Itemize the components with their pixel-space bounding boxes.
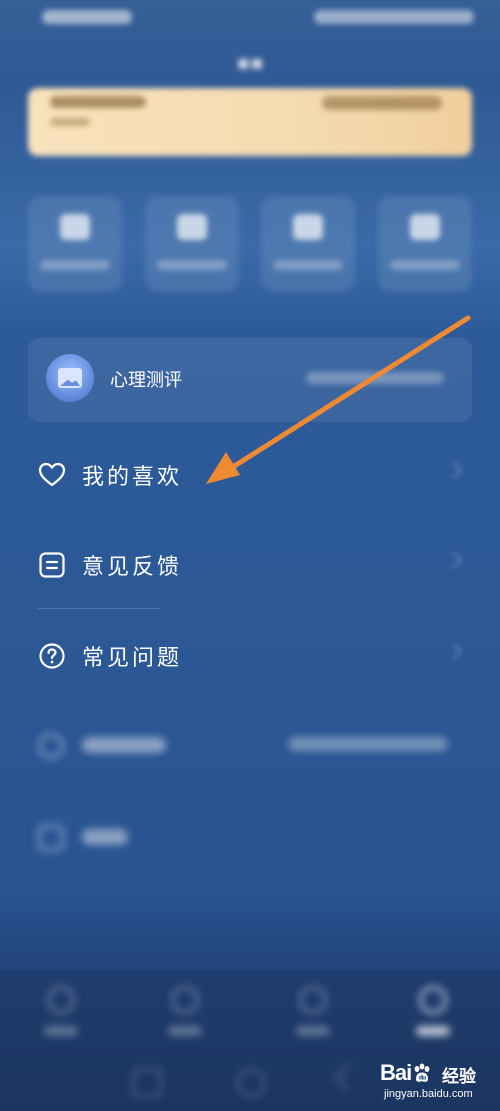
divider	[38, 608, 160, 609]
watermark-url: jingyan.baidu.com	[384, 1088, 473, 1100]
tab-label-blurred	[416, 1026, 450, 1036]
paw-icon: du	[414, 1063, 430, 1082]
chevron-right-icon	[445, 642, 463, 660]
baidu-logo: Bai du	[380, 1060, 433, 1086]
psych-test-label: 心理测评	[110, 370, 182, 391]
status-bar-left-blurred	[42, 10, 132, 24]
tab-icon	[419, 986, 447, 1014]
nav-recent-button[interactable]	[132, 1068, 162, 1098]
blurred-icon	[38, 825, 64, 851]
baidu-logo-text: Bai	[380, 1060, 412, 1085]
menu-item-favorites-label: 我的喜欢	[82, 465, 183, 490]
psych-test-subtext-blurred	[306, 372, 444, 384]
chevron-right-icon	[445, 461, 463, 479]
shortcut-grid	[28, 196, 472, 292]
shortcut-label-blurred	[389, 260, 460, 270]
shortcut-label-blurred	[273, 260, 344, 270]
tab-icon	[47, 986, 75, 1014]
jingyan-brand: 经验	[442, 1067, 476, 1087]
shortcut-2[interactable]	[144, 196, 239, 292]
shortcut-label-blurred	[156, 260, 227, 270]
question-icon	[39, 643, 65, 669]
chevron-right-icon	[445, 551, 463, 569]
shortcut-icon	[409, 214, 440, 240]
status-bar-right-blurred	[314, 10, 474, 24]
shortcut-icon	[176, 214, 207, 240]
psych-test-avatar-icon	[46, 354, 94, 402]
nav-home-button[interactable]	[236, 1068, 266, 1098]
menu-item-faq[interactable]: 常见问题	[38, 633, 468, 677]
shortcut-1[interactable]	[28, 196, 122, 292]
heart-icon	[38, 462, 66, 487]
tab-3[interactable]	[288, 986, 338, 1044]
image-icon	[58, 368, 82, 388]
status-bar	[0, 0, 500, 38]
vip-action-blurred	[322, 96, 442, 110]
menu-item-blurred-2[interactable]	[38, 817, 468, 857]
svg-text:du: du	[419, 1075, 426, 1082]
feedback-icon	[39, 552, 65, 578]
shortcut-4[interactable]	[377, 196, 472, 292]
menu-item-favorites[interactable]: 我的喜欢	[38, 452, 468, 496]
blurred-icon	[38, 733, 64, 759]
tab-icon	[299, 986, 327, 1014]
psych-test-card[interactable]: 心理测评	[28, 338, 472, 422]
page-title-blurred: ▪▪	[236, 50, 264, 74]
blurred-label	[82, 737, 166, 753]
shortcut-label-blurred	[40, 260, 110, 270]
tab-label-blurred	[168, 1026, 202, 1036]
baidu-jingyan-watermark: Bai du 经验 jingyan.baidu.com	[380, 1056, 498, 1106]
tab-mine[interactable]	[408, 986, 458, 1044]
menu-item-feedback-label: 意见反馈	[82, 555, 183, 580]
tab-label-blurred	[296, 1026, 330, 1036]
tab-icon	[171, 986, 199, 1014]
shortcut-3[interactable]	[261, 196, 356, 292]
tab-2[interactable]	[160, 986, 210, 1044]
menu-item-faq-label: 常见问题	[82, 646, 183, 671]
shortcut-icon	[60, 214, 90, 240]
tab-1[interactable]	[36, 986, 86, 1044]
menu-item-blurred-1[interactable]	[38, 725, 468, 765]
vip-card-blurred[interactable]	[28, 88, 472, 156]
vip-subtitle-blurred	[50, 118, 90, 126]
tab-label-blurred	[44, 1026, 78, 1036]
menu-item-feedback[interactable]: 意见反馈	[38, 542, 468, 586]
vip-title-blurred	[50, 96, 146, 108]
blurred-value	[288, 737, 448, 751]
blurred-label	[82, 829, 128, 845]
shortcut-icon	[293, 214, 324, 240]
